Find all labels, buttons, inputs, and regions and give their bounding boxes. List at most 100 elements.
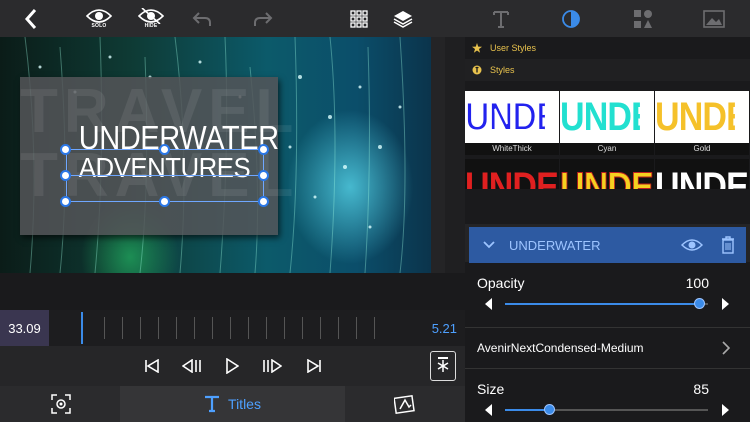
resize-handle-top-left[interactable]	[60, 144, 71, 155]
image-icon	[703, 9, 725, 28]
bottom-bar: Titles	[0, 386, 465, 422]
opacity-label: Opacity	[477, 275, 525, 291]
size-increase-button[interactable]	[722, 404, 729, 416]
timeline-tick	[212, 317, 213, 339]
snapshot-button[interactable]	[430, 351, 456, 381]
grid-icon	[350, 9, 368, 28]
swatch-caption: WhiteThick	[465, 143, 559, 155]
top-toolbar: SOLO HIDE	[0, 0, 465, 37]
current-timecode: 33.09	[0, 310, 49, 346]
style-swatch-yellow-outline[interactable]: UNDE	[560, 159, 654, 189]
timeline-tick	[230, 317, 231, 339]
skip-start-icon	[145, 359, 159, 373]
swatch-preview-text: UNDE	[465, 94, 545, 140]
timeline-tick	[104, 317, 105, 339]
opacity-increase-button[interactable]	[722, 298, 729, 310]
undo-button[interactable]	[190, 0, 214, 37]
timeline-tick	[266, 317, 267, 339]
inspector-tabs	[465, 0, 750, 37]
tab-style[interactable]	[559, 0, 583, 37]
step-back-icon	[182, 359, 201, 373]
redo-icon	[254, 11, 273, 26]
skip-to-start-button[interactable]	[140, 346, 164, 386]
opacity-value: 100	[685, 275, 709, 291]
title-line-2[interactable]: ADVENTURES	[74, 152, 255, 184]
focus-button[interactable]	[48, 386, 74, 422]
style-swatch-gold[interactable]: UNDE Gold	[655, 91, 749, 155]
tab-image[interactable]	[702, 0, 726, 37]
opacity-slider-fill	[505, 303, 700, 305]
chevron-down-icon	[483, 241, 495, 249]
photo-effects-icon	[394, 394, 415, 414]
timeline[interactable]: 33.09 5.21	[0, 310, 465, 346]
style-swatch-white-thick[interactable]: UNDE WhiteThick	[465, 91, 559, 155]
timeline-tick	[338, 317, 339, 339]
styles-label: Styles	[490, 65, 515, 75]
play-button[interactable]	[220, 346, 244, 386]
swatch-caption: Cyan	[560, 143, 654, 155]
resize-handle-right[interactable]	[258, 170, 269, 181]
user-styles-label: User Styles	[490, 43, 537, 53]
tab-text[interactable]	[489, 0, 513, 37]
opacity-decrease-button[interactable]	[485, 298, 492, 310]
timeline-tick	[302, 317, 303, 339]
timeline-tick	[122, 317, 123, 339]
tab-shapes[interactable]	[631, 0, 655, 37]
hide-button[interactable]: HIDE	[136, 0, 166, 37]
opacity-slider-knob[interactable]	[693, 298, 705, 309]
swatch-preview-text: UNDE	[655, 165, 749, 189]
timeline-tick	[140, 317, 141, 339]
trash-icon[interactable]	[721, 236, 735, 254]
size-decrease-button[interactable]	[485, 404, 492, 416]
inspector-panel: User Styles Styles UNDE WhiteThick UNDE …	[465, 37, 750, 422]
font-name[interactable]: AvenirNextCondensed-Medium	[477, 341, 644, 355]
step-back-button[interactable]	[180, 346, 204, 386]
grid-button[interactable]	[348, 0, 370, 37]
skip-to-end-button[interactable]	[302, 346, 326, 386]
step-forward-button[interactable]	[260, 346, 284, 386]
selection-divider	[66, 175, 264, 176]
timeline-tick	[194, 317, 195, 339]
layers-button[interactable]	[392, 0, 414, 37]
redo-button[interactable]	[251, 0, 275, 37]
styles-header[interactable]: Styles	[465, 59, 750, 81]
swatch-preview-text: UNDE	[560, 165, 654, 190]
play-icon	[226, 358, 239, 374]
end-timecode: 5.21	[431, 320, 457, 336]
timeline-tick	[374, 317, 375, 339]
focus-target-icon	[51, 394, 71, 414]
swatch-preview-text: UNDE	[560, 94, 640, 139]
resize-handle-left[interactable]	[60, 170, 71, 181]
style-contrast-icon	[562, 9, 580, 28]
divider	[465, 368, 750, 369]
titles-label: Titles	[228, 396, 261, 412]
style-swatch-white[interactable]: UNDE	[655, 159, 749, 189]
timeline-tick	[158, 317, 159, 339]
divider	[465, 327, 750, 328]
swatch-preview-text: UNDE	[655, 94, 735, 139]
skip-end-icon	[307, 359, 321, 373]
style-swatch-red[interactable]: UNDE	[465, 159, 559, 189]
size-label: Size	[477, 381, 505, 397]
back-button[interactable]	[18, 0, 44, 37]
titles-tab[interactable]: Titles	[120, 386, 345, 422]
style-swatch-cyan[interactable]: UNDE Cyan	[560, 91, 654, 155]
timeline-tick	[284, 317, 285, 339]
photo-effects-button[interactable]	[392, 386, 418, 422]
playhead[interactable]	[81, 312, 83, 344]
resize-handle-bottom-right[interactable]	[258, 196, 269, 207]
resize-handle-top-right[interactable]	[258, 144, 269, 155]
chevron-right-icon[interactable]	[722, 341, 730, 355]
resize-handle-bottom-left[interactable]	[60, 196, 71, 207]
size-slider-knob[interactable]	[543, 404, 555, 415]
timeline-tick	[356, 317, 357, 339]
swatch-caption: Gold	[655, 143, 749, 155]
timeline-tick	[176, 317, 177, 339]
timeline-tick	[320, 317, 321, 339]
resize-handle-top[interactable]	[159, 144, 170, 155]
layer-row-underwater[interactable]: UNDERWATER	[469, 227, 746, 263]
resize-handle-bottom[interactable]	[159, 196, 170, 207]
solo-button[interactable]: SOLO	[84, 0, 114, 37]
eye-icon[interactable]	[681, 238, 703, 252]
user-styles-header[interactable]: User Styles	[465, 37, 750, 59]
